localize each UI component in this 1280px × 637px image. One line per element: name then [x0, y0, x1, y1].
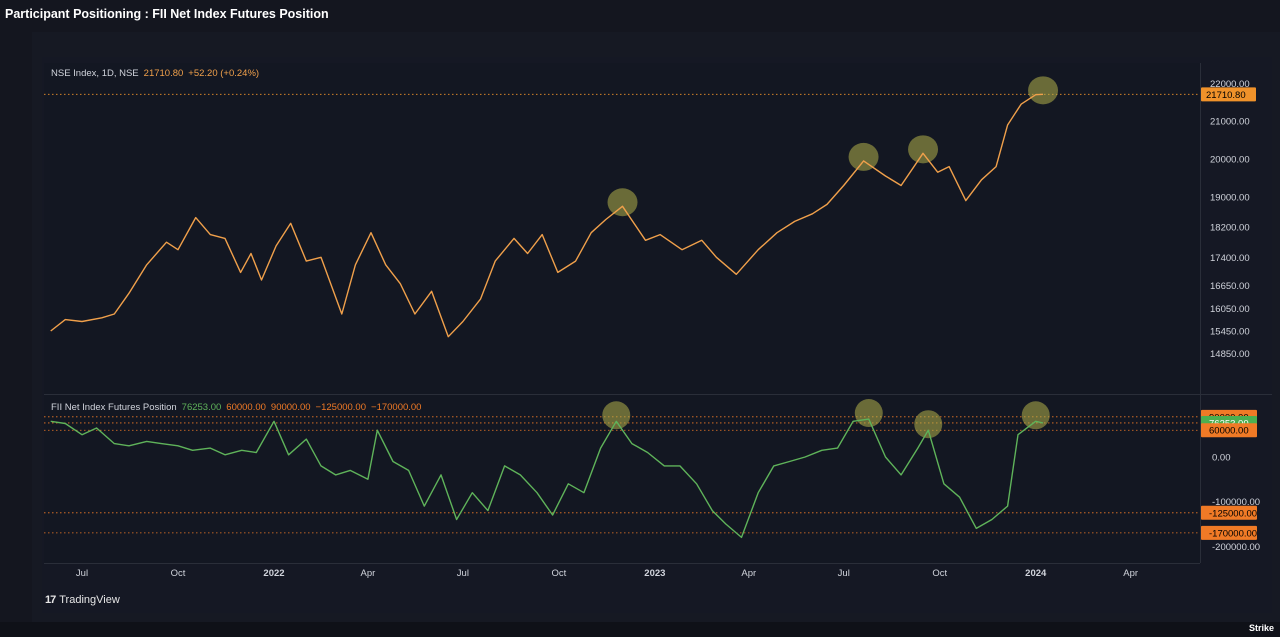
price-axis-tick: 16650.00	[1210, 281, 1250, 292]
highlight-marker	[602, 401, 631, 430]
price-pane-bg	[44, 63, 1200, 394]
price-axis-tick: 15450.00	[1210, 326, 1250, 337]
time-axis-label: Oct	[932, 568, 947, 579]
legend-part: 90000.00	[271, 402, 311, 413]
price-axis-tick: 14850.00	[1210, 349, 1250, 360]
time-axis-label: Oct	[171, 568, 186, 579]
time-axis-label: Jul	[457, 568, 469, 579]
price-axis-tick: 20000.00	[1210, 155, 1250, 166]
price-legend: NSE Index, 1D, NSE 21710.80 +52.20 (+0.24%…	[51, 68, 259, 79]
fii-axis-tick: -200000.00	[1212, 542, 1260, 553]
highlight-marker	[607, 188, 638, 217]
chart-canvas[interactable]: 22000.0021000.0020000.0019000.0018200.00…	[0, 0, 1280, 637]
legend-part: −125000.00	[316, 402, 366, 413]
time-axis-label: Jul	[76, 568, 88, 579]
brand-label: TradingView	[59, 594, 120, 606]
time-axis-label: Apr	[361, 568, 376, 579]
legend-part: −170000.00	[371, 402, 421, 413]
highlight-marker	[1028, 76, 1059, 105]
highlight-marker	[848, 142, 879, 171]
tradingview-brand[interactable]: 17 TradingView	[45, 594, 120, 606]
time-axis-label: 2022	[263, 568, 284, 579]
price-axis-tick: 21000.00	[1210, 117, 1250, 128]
legend-part: 21710.80	[144, 68, 184, 79]
last-price-label: 21710.80	[1206, 90, 1246, 101]
legend-part: 76253.00	[182, 402, 222, 413]
bottom-bar	[0, 622, 1280, 637]
corner-mark: Strike	[1248, 623, 1274, 633]
time-axis-label: Apr	[1123, 568, 1138, 579]
legend-part: NSE Index, 1D, NSE	[51, 68, 139, 79]
fii-level-label: -125000.00	[1209, 508, 1257, 519]
highlight-marker	[908, 135, 939, 164]
highlight-marker	[854, 399, 883, 428]
price-axis-tick: 16050.00	[1210, 304, 1250, 315]
tradingview-logo-icon: 17	[45, 594, 56, 606]
page-root: Participant Positioning : FII Net Index …	[0, 0, 1280, 637]
fii-legend: FII Net Index Futures Position 76253.00 60…	[51, 402, 421, 413]
price-axis-tick: 18200.00	[1210, 223, 1250, 234]
legend-part: FII Net Index Futures Position	[51, 402, 177, 413]
time-axis-label: 2023	[644, 568, 665, 579]
time-axis-label: Jul	[838, 568, 850, 579]
price-axis-tick: 19000.00	[1210, 192, 1250, 203]
time-axis-label: Apr	[741, 568, 756, 579]
price-axis-tick: 17400.00	[1210, 253, 1250, 264]
legend-part: +52.20 (+0.24%)	[188, 68, 259, 79]
highlight-marker	[914, 410, 943, 439]
time-axis-label: Oct	[551, 568, 566, 579]
fii-axis-tick: 0.00	[1212, 453, 1231, 464]
fii-level-label: 60000.00	[1209, 426, 1249, 437]
highlight-marker	[1021, 401, 1050, 430]
legend-part: 60000.00	[226, 402, 266, 413]
fii-level-label: -170000.00	[1209, 528, 1257, 539]
time-axis-label: 2024	[1025, 568, 1047, 579]
